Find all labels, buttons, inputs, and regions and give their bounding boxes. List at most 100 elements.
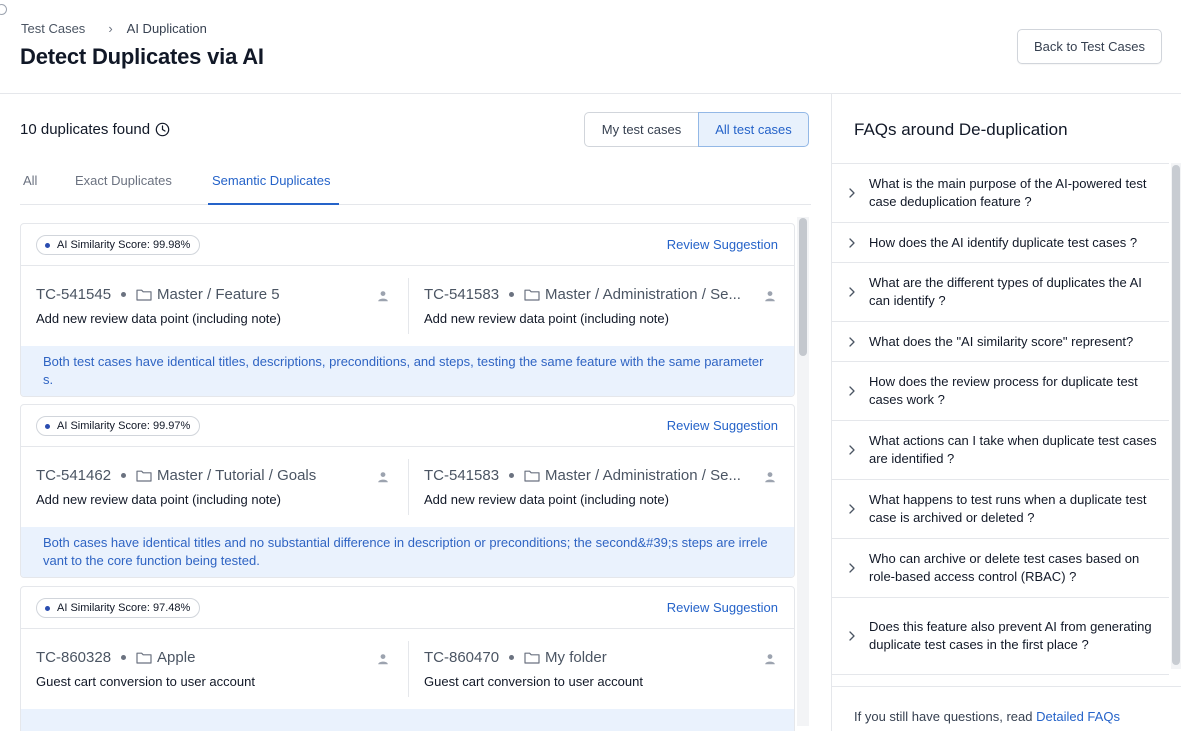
user-icon [765, 291, 775, 302]
tab-semantic-duplicates[interactable]: Semantic Duplicates [208, 173, 339, 205]
faq-question: How does the review process for duplicat… [869, 374, 1138, 407]
faq-question: Who can archive or delete test cases bas… [869, 551, 1140, 584]
test-case-id[interactable]: TC-860328 [36, 649, 111, 666]
bullet-separator [509, 292, 515, 297]
test-case-right[interactable]: TC-541583 Master / Administration / Se..… [408, 278, 794, 334]
faq-footer-text: If you still have questions, read [854, 709, 1033, 724]
breadcrumb: Test Cases › AI Duplication [21, 21, 207, 36]
review-suggestion-link[interactable]: Review Suggestion [667, 237, 778, 252]
review-suggestion-link[interactable]: Review Suggestion [667, 600, 778, 615]
test-case-meta: TC-541583 Master / Administration / Se..… [424, 467, 741, 484]
scope-toggle: My test cases All test cases [584, 112, 809, 147]
card-header: AI Similarity Score: 99.97% Review Sugge… [21, 405, 794, 447]
test-case-title: Add new review data point (including not… [424, 311, 669, 326]
faq-item[interactable]: What happens to test runs when a duplica… [832, 480, 1169, 539]
score-dot-icon [45, 606, 50, 611]
duplicate-type-tabs: All Exact Duplicates Semantic Duplicates [20, 170, 811, 205]
user-icon [378, 654, 388, 665]
faq-list: What is the main purpose of the AI-power… [832, 163, 1169, 675]
faq-scrollbar-thumb[interactable] [1172, 165, 1180, 665]
test-case-meta: TC-541545 Master / Feature 5 [36, 286, 280, 303]
faq-footer: If you still have questions, read Detail… [832, 686, 1181, 731]
bullet-separator [509, 473, 515, 478]
duplicate-reason-note: Both cases have identical titles and no … [21, 527, 794, 577]
collapse-handle-icon[interactable] [0, 4, 7, 15]
folder-icon [136, 652, 152, 664]
faq-item[interactable]: Who can archive or delete test cases bas… [832, 539, 1169, 598]
detailed-faqs-link[interactable]: Detailed FAQs [1036, 709, 1120, 724]
bullet-separator [121, 655, 127, 660]
test-case-id[interactable]: TC-541545 [36, 286, 111, 303]
chevron-right-icon [849, 188, 855, 198]
test-case-meta: TC-541583 Master / Administration / Se..… [424, 286, 741, 303]
test-case-folder-path: Master / Administration / Se... [545, 286, 741, 303]
clock-icon[interactable] [155, 122, 170, 137]
duplicates-list: AI Similarity Score: 99.98% Review Sugge… [20, 223, 796, 731]
chevron-right-icon [849, 631, 855, 641]
duplicate-card: AI Similarity Score: 99.97% Review Sugge… [20, 404, 795, 578]
test-case-left[interactable]: TC-860328 Apple Guest cart conversion to… [21, 629, 408, 709]
card-body: TC-860328 Apple Guest cart conversion to… [21, 629, 794, 709]
chevron-right-icon [849, 445, 855, 455]
card-body: TC-541545 Master / Feature 5 Add new rev… [21, 266, 794, 346]
test-case-folder-path: Master / Administration / Se... [545, 467, 741, 484]
test-case-meta: TC-541462 Master / Tutorial / Goals [36, 467, 316, 484]
test-case-title: Add new review data point (including not… [36, 311, 281, 326]
faq-item[interactable]: What is the main purpose of the AI-power… [832, 164, 1169, 223]
chevron-right-icon [849, 287, 855, 297]
faq-item[interactable]: How does the AI identify duplicate test … [832, 223, 1169, 263]
chevron-right-icon [849, 237, 855, 248]
back-to-test-cases-button[interactable]: Back to Test Cases [1017, 29, 1162, 64]
folder-icon [136, 470, 152, 482]
faq-question: What are the different types of duplicat… [869, 275, 1142, 308]
faq-item[interactable]: How does the review process for duplicat… [832, 362, 1169, 421]
test-case-id[interactable]: TC-541583 [424, 467, 499, 484]
faq-item[interactable]: What does the "AI similarity score" repr… [832, 322, 1169, 362]
test-case-right[interactable]: TC-860470 My folder Guest cart conversio… [408, 641, 794, 697]
similarity-score-badge: AI Similarity Score: 99.97% [36, 416, 201, 436]
duplicates-main-panel: 10 duplicates found My test cases All te… [0, 94, 831, 731]
test-case-meta: TC-860470 My folder [424, 649, 607, 666]
faq-question: What does the "AI similarity score" repr… [869, 333, 1134, 349]
bullet-separator [121, 473, 127, 478]
duplicates-count-text: 10 duplicates found [20, 121, 151, 138]
test-case-meta: TC-860328 Apple [36, 649, 195, 666]
tab-exact-duplicates[interactable]: Exact Duplicates [75, 173, 172, 205]
test-case-right[interactable]: TC-541583 Master / Administration / Se..… [408, 459, 794, 515]
chevron-right-icon [849, 504, 855, 514]
test-case-folder-path: My folder [545, 649, 607, 666]
test-case-id[interactable]: TC-541583 [424, 286, 499, 303]
user-icon [378, 472, 388, 483]
test-case-id[interactable]: TC-541462 [36, 467, 111, 484]
breadcrumb-test-cases-link[interactable]: Test Cases [21, 21, 85, 36]
review-suggestion-link[interactable]: Review Suggestion [667, 418, 778, 433]
test-case-title: Add new review data point (including not… [424, 492, 669, 507]
duplicates-count: 10 duplicates found [20, 121, 170, 138]
card-body: TC-541462 Master / Tutorial / Goals Add … [21, 447, 794, 527]
my-test-cases-toggle[interactable]: My test cases [584, 112, 699, 147]
folder-icon [136, 289, 152, 301]
test-case-left[interactable]: TC-541545 Master / Feature 5 Add new rev… [21, 266, 408, 346]
test-case-id[interactable]: TC-860470 [424, 649, 499, 666]
similarity-score-badge: AI Similarity Score: 99.98% [36, 235, 201, 255]
card-header: AI Similarity Score: 97.48% Review Sugge… [21, 587, 794, 629]
duplicate-reason-note: Both test cases have identical titles, d… [21, 346, 794, 396]
faq-item[interactable]: What actions can I take when duplicate t… [832, 421, 1169, 480]
faq-item[interactable]: Does this feature also prevent AI from g… [832, 598, 1169, 675]
list-scrollbar-thumb[interactable] [799, 218, 807, 356]
user-icon [378, 291, 388, 302]
faq-title: FAQs around De-duplication [854, 120, 1068, 139]
similarity-score-text: AI Similarity Score: 99.97% [57, 420, 191, 432]
test-case-left[interactable]: TC-541462 Master / Tutorial / Goals Add … [21, 447, 408, 527]
tab-all[interactable]: All [23, 173, 37, 205]
all-test-cases-toggle[interactable]: All test cases [698, 112, 809, 147]
score-dot-icon [45, 424, 50, 429]
chevron-right-icon [849, 563, 855, 573]
chevron-right-icon [849, 336, 855, 347]
similarity-score-badge: AI Similarity Score: 97.48% [36, 598, 201, 618]
user-icon [765, 472, 775, 483]
folder-icon [524, 289, 540, 301]
page-title: Detect Duplicates via AI [20, 44, 264, 69]
folder-icon [524, 652, 540, 664]
faq-item[interactable]: What are the different types of duplicat… [832, 263, 1169, 322]
